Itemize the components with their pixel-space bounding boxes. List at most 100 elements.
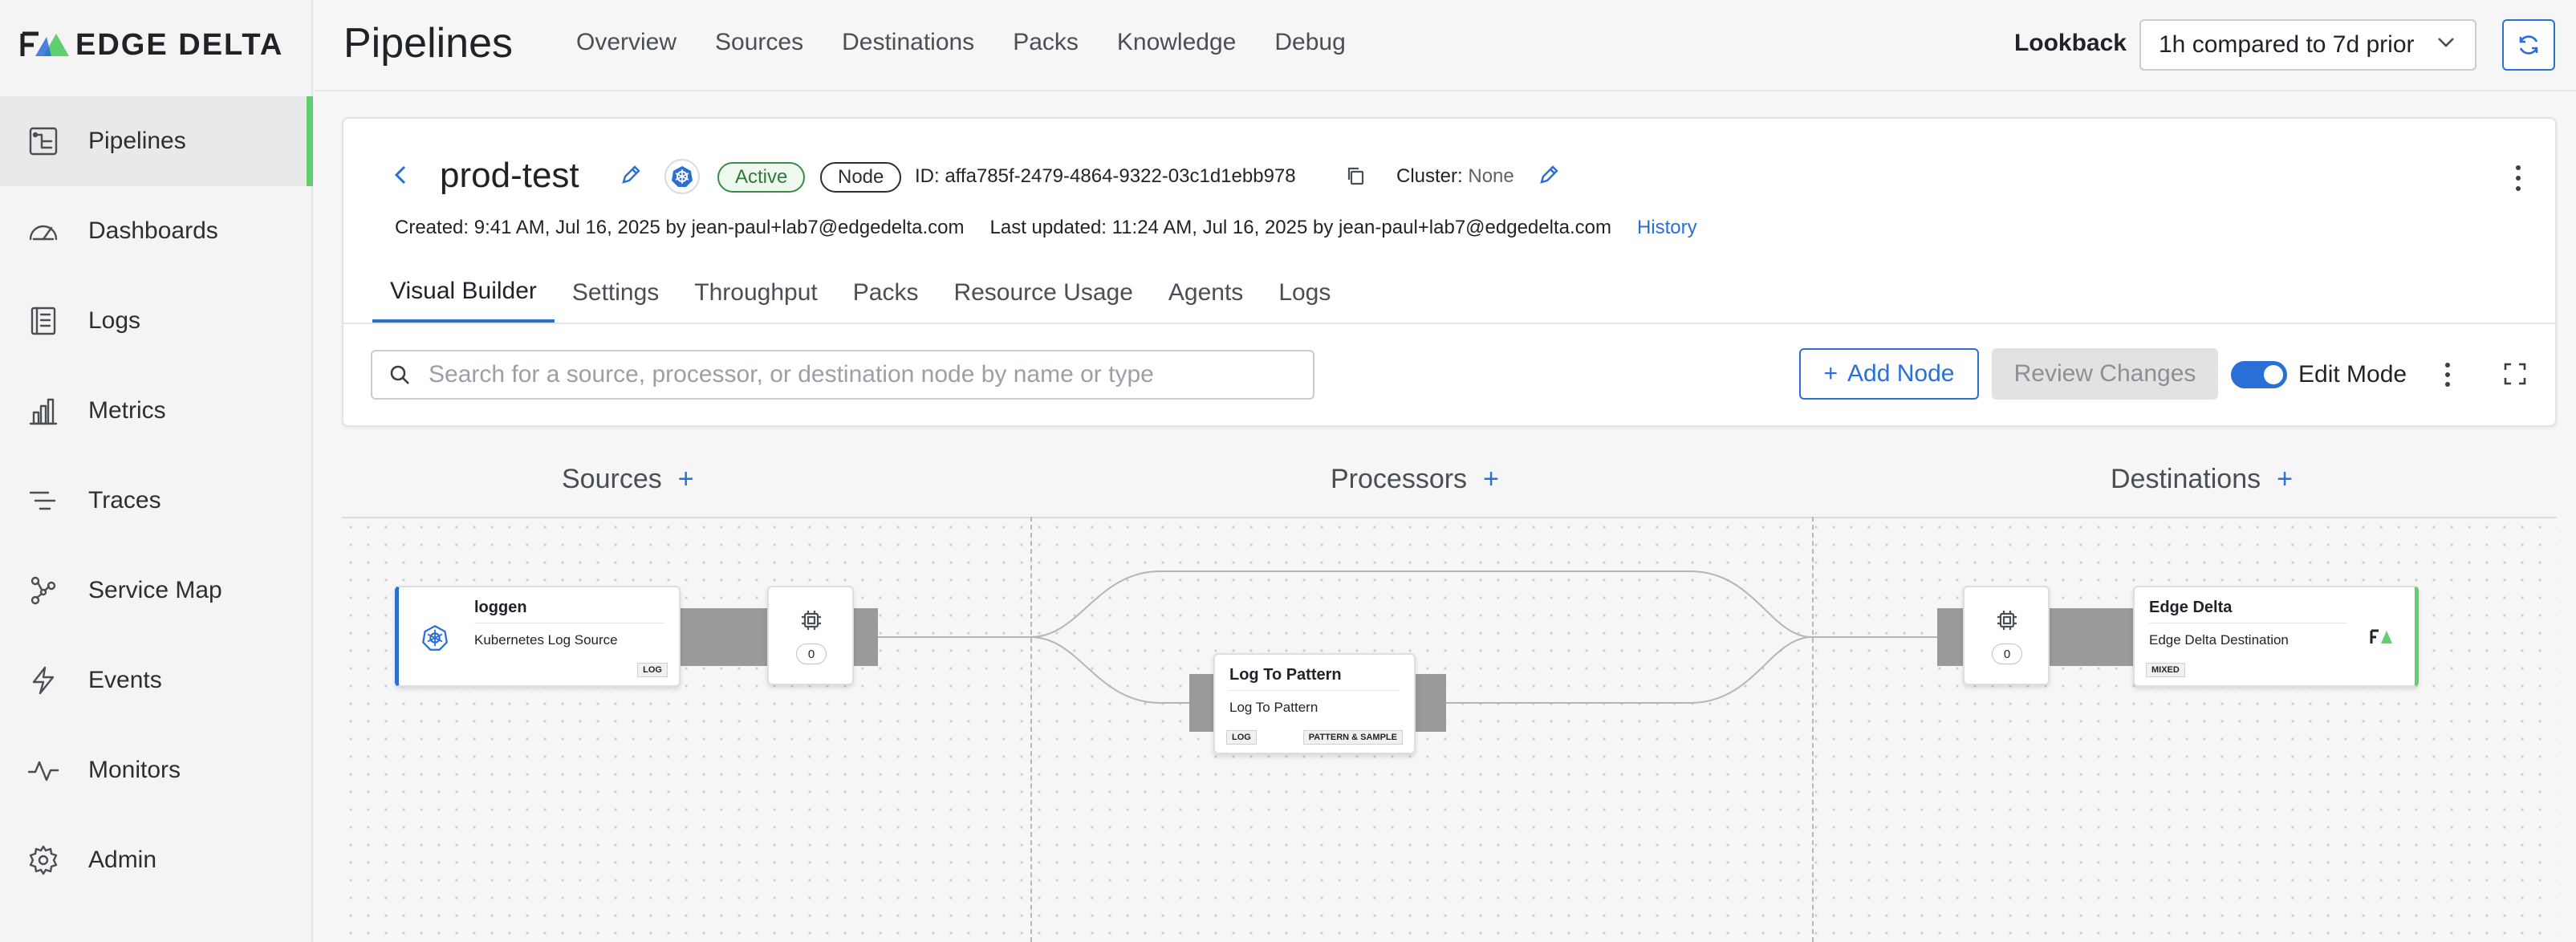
kubernetes-icon <box>422 624 448 651</box>
destination-node-edge-delta[interactable]: Edge Delta Edge Delta Destination MIXED <box>2133 586 2419 687</box>
review-changes-button[interactable]: Review Changes <box>1992 348 2218 400</box>
pipeline-card: prod-test Active Node ID: affa785f-2479-… <box>342 117 2557 427</box>
destinations-header-label: Destinations <box>2111 464 2261 494</box>
node-type-tag: LOG <box>1226 730 1257 745</box>
sidebar-item-pipelines[interactable]: Pipelines <box>0 96 313 186</box>
expand-icon <box>2504 363 2526 385</box>
sidebar-item-label: Events <box>88 667 162 693</box>
sidebar-item-traces[interactable]: Traces <box>0 456 313 546</box>
traces-icon <box>26 483 61 518</box>
cluster-value: None <box>1468 165 1514 187</box>
sidebar-item-admin[interactable]: Admin <box>0 815 313 905</box>
page-title: Pipelines <box>343 20 514 67</box>
edge-delta-logo-icon <box>20 31 69 56</box>
add-processor-button[interactable]: + <box>1483 464 1499 495</box>
pulse-icon <box>26 753 61 788</box>
tab-settings[interactable]: Settings <box>555 263 677 323</box>
top-bar: Pipelines Overview Sources Destinations … <box>315 0 2576 91</box>
edit-name-button[interactable] <box>620 164 642 186</box>
sidebar-item-events[interactable]: Events <box>0 635 313 725</box>
sidebar-item-label: Logs <box>88 307 141 334</box>
source-node-loggen[interactable]: loggen Kubernetes Log Source LOG <box>395 586 681 687</box>
tab-debug[interactable]: Debug <box>1274 29 1345 56</box>
sidebar-item-label: Monitors <box>88 757 181 783</box>
back-button[interactable] <box>388 160 412 189</box>
fullscreen-button[interactable] <box>2502 361 2529 388</box>
sidebar-item-monitors[interactable]: Monitors <box>0 725 313 815</box>
pencil-icon <box>1540 165 1558 184</box>
updated-info: Last updated: 11:24 AM, Jul 16, 2025 by … <box>989 217 1611 238</box>
add-node-button[interactable]: + Add Node <box>1799 348 1979 400</box>
tab-knowledge[interactable]: Knowledge <box>1117 29 1236 56</box>
lookback-value: 1h compared to 7d prior <box>2159 31 2415 58</box>
search-icon <box>390 365 409 384</box>
lookback-select[interactable]: 1h compared to 7d prior <box>2139 19 2476 71</box>
canvas-grid[interactable] <box>342 517 2557 942</box>
tab-overview[interactable]: Overview <box>576 29 677 56</box>
gauge-icon <box>26 213 61 249</box>
destinations-column-header: Destinations + <box>2111 464 2293 495</box>
status-badge: Active <box>717 162 806 193</box>
tab-logs[interactable]: Logs <box>1261 263 1348 323</box>
column-divider <box>1030 517 1032 942</box>
tab-sources[interactable]: Sources <box>715 29 803 56</box>
sidebar-item-label: Pipelines <box>88 128 186 154</box>
add-source-button[interactable]: + <box>678 464 694 495</box>
column-divider <box>1812 517 1814 942</box>
node-subtitle: Kubernetes Log Source <box>474 632 618 648</box>
add-destination-button[interactable]: + <box>2277 464 2293 495</box>
node-category-tag: PATTERN & SAMPLE <box>1302 730 1403 745</box>
canvas-options-icon[interactable] <box>2440 359 2456 390</box>
sidebar: EDGE DELTA Pipelines Dashboards Logs Met… <box>0 0 313 942</box>
brand-name: EDGE DELTA <box>75 27 284 62</box>
tab-divider <box>343 323 2555 324</box>
cluster-info: Cluster: None <box>1396 165 1514 188</box>
edge-delta-destination-icon <box>2370 629 2392 644</box>
edge-delta-logo[interactable]: EDGE DELTA <box>19 27 284 62</box>
node-subtitle: Edge Delta Destination <box>2149 632 2289 648</box>
sidebar-item-metrics[interactable]: Metrics <box>0 366 313 456</box>
tab-resource-usage[interactable]: Resource Usage <box>936 263 1150 323</box>
toggle-knob <box>2264 365 2283 384</box>
sidebar-item-service-map[interactable]: Service Map <box>0 546 313 635</box>
edit-cluster-button[interactable] <box>1538 164 1560 186</box>
created-info: Created: 9:41 AM, Jul 16, 2025 by jean-p… <box>395 217 965 238</box>
tab-visual-builder[interactable]: Visual Builder <box>372 263 555 323</box>
tab-packs[interactable]: Packs <box>835 263 937 323</box>
pipeline-tabs: Visual Builder Settings Throughput Packs… <box>372 263 1348 323</box>
more-options-icon[interactable] <box>2509 162 2528 194</box>
source-processor-group[interactable]: 0 <box>767 586 854 685</box>
node-title: loggen <box>474 599 527 616</box>
kubernetes-icon <box>664 159 700 194</box>
search-input[interactable] <box>429 361 1295 388</box>
tab-agents[interactable]: Agents <box>1151 263 1261 323</box>
sidebar-item-label: Dashboards <box>88 217 218 244</box>
node-title: Edge Delta <box>2149 599 2233 616</box>
sidebar-item-label: Traces <box>88 487 161 514</box>
top-tabs: Overview Sources Destinations Packs Know… <box>576 29 1346 56</box>
sources-column-header: Sources + <box>562 464 694 495</box>
processor-count: 0 <box>1992 644 2022 664</box>
history-link[interactable]: History <box>1637 217 1697 239</box>
tab-packs[interactable]: Packs <box>1013 29 1079 56</box>
tab-destinations[interactable]: Destinations <box>842 29 974 56</box>
bar-chart-icon <box>26 393 61 428</box>
edit-mode-toggle[interactable] <box>2231 361 2287 388</box>
node-search <box>371 350 1314 400</box>
copy-icon <box>1347 167 1364 185</box>
pencil-icon <box>622 165 640 184</box>
refresh-button[interactable] <box>2502 19 2555 71</box>
graph-icon <box>26 573 61 608</box>
sidebar-item-dashboards[interactable]: Dashboards <box>0 186 313 276</box>
node-type-tag: LOG <box>637 663 668 677</box>
processor-node-log-to-pattern[interactable]: Log To Pattern Log To Pattern LOG PATTER… <box>1213 653 1416 754</box>
chevron-down-icon <box>2435 30 2457 59</box>
sidebar-nav: Pipelines Dashboards Logs Metrics Traces <box>0 96 313 905</box>
sidebar-item-label: Admin <box>88 847 157 873</box>
copy-id-button[interactable] <box>1345 165 1367 188</box>
sidebar-item-label: Metrics <box>88 397 166 424</box>
sidebar-item-logs[interactable]: Logs <box>0 276 313 366</box>
destination-processor-group[interactable]: 0 <box>1963 586 2050 685</box>
tab-throughput[interactable]: Throughput <box>677 263 835 323</box>
sidebar-item-label: Service Map <box>88 577 222 603</box>
